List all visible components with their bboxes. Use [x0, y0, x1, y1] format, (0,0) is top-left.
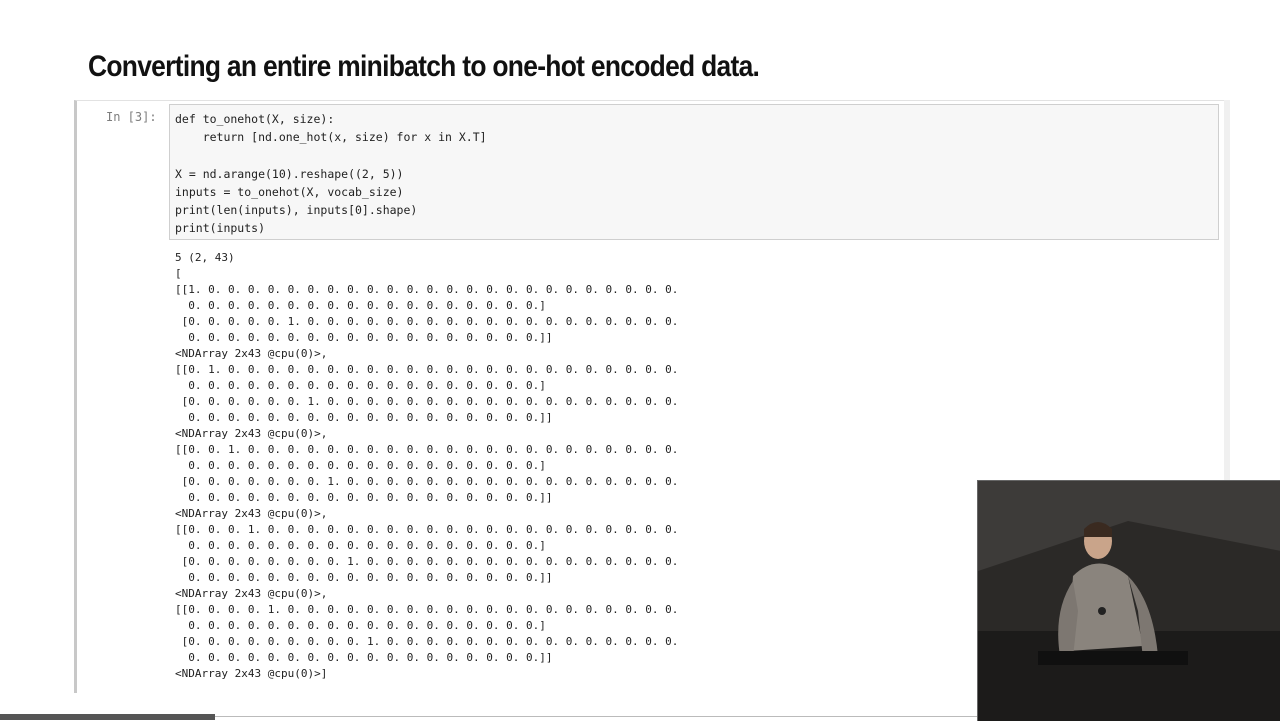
output-line: <NDArray 2x43 @cpu(0)>, — [175, 427, 328, 440]
output-line: [[0. 0. 0. 1. 0. 0. 0. 0. 0. 0. 0. 0. 0.… — [175, 523, 679, 536]
output-line: [ — [175, 267, 182, 280]
output-line: 0. 0. 0. 0. 0. 0. 0. 0. 0. 0. 0. 0. 0. 0… — [175, 379, 546, 392]
code-line: inputs = to_onehot(X, vocab_size) — [175, 184, 404, 199]
output-line: [0. 0. 0. 0. 0. 0. 0. 0. 0. 1. 0. 0. 0. … — [175, 635, 679, 648]
cell-output: 5 (2, 43) [ [[1. 0. 0. 0. 0. 0. 0. 0. 0. 0… — [175, 250, 678, 682]
output-line: 0. 0. 0. 0. 0. 0. 0. 0. 0. 0. 0. 0. 0. 0… — [175, 539, 546, 552]
code-line: return [nd.one_hot(x, size) for x in X.T… — [175, 130, 487, 145]
output-line: 0. 0. 0. 0. 0. 0. 0. 0. 0. 0. 0. 0. 0. 0… — [175, 459, 546, 472]
output-line: 0. 0. 0. 0. 0. 0. 0. 0. 0. 0. 0. 0. 0. 0… — [175, 491, 553, 504]
output-line: [[0. 0. 1. 0. 0. 0. 0. 0. 0. 0. 0. 0. 0.… — [175, 443, 679, 456]
cell-input-prompt: In [3]: — [106, 110, 157, 124]
code-lines[interactable]: def to_onehot(X, size): return [nd.one_h… — [175, 110, 487, 237]
output-line: 0. 0. 0. 0. 0. 0. 0. 0. 0. 0. 0. 0. 0. 0… — [175, 651, 553, 664]
output-line: 0. 0. 0. 0. 0. 0. 0. 0. 0. 0. 0. 0. 0. 0… — [175, 411, 553, 424]
slide-title: Converting an entire minibatch to one-ho… — [88, 50, 760, 83]
output-line: <NDArray 2x43 @cpu(0)>, — [175, 347, 328, 360]
output-line: <NDArray 2x43 @cpu(0)>] — [175, 667, 328, 680]
output-line: 0. 0. 0. 0. 0. 0. 0. 0. 0. 0. 0. 0. 0. 0… — [175, 571, 553, 584]
code-line: print(len(inputs), inputs[0].shape) — [175, 202, 418, 217]
output-line: <NDArray 2x43 @cpu(0)>, — [175, 587, 328, 600]
output-line: [0. 0. 0. 0. 0. 1. 0. 0. 0. 0. 0. 0. 0. … — [175, 315, 679, 328]
output-line: [[0. 0. 0. 0. 1. 0. 0. 0. 0. 0. 0. 0. 0.… — [175, 603, 679, 616]
output-line: 0. 0. 0. 0. 0. 0. 0. 0. 0. 0. 0. 0. 0. 0… — [175, 619, 546, 632]
output-line: [0. 0. 0. 0. 0. 0. 1. 0. 0. 0. 0. 0. 0. … — [175, 395, 679, 408]
output-line: 5 (2, 43) — [175, 251, 235, 264]
output-line: 0. 0. 0. 0. 0. 0. 0. 0. 0. 0. 0. 0. 0. 0… — [175, 331, 553, 344]
output-line: [[0. 1. 0. 0. 0. 0. 0. 0. 0. 0. 0. 0. 0.… — [175, 363, 679, 376]
presenter-webcam — [977, 480, 1280, 721]
output-line: 0. 0. 0. 0. 0. 0. 0. 0. 0. 0. 0. 0. 0. 0… — [175, 299, 546, 312]
presenter-image — [978, 481, 1280, 721]
output-line: <NDArray 2x43 @cpu(0)>, — [175, 507, 328, 520]
code-line: def to_onehot(X, size): — [175, 112, 335, 126]
output-line: [0. 0. 0. 0. 0. 0. 0. 0. 1. 0. 0. 0. 0. … — [175, 555, 679, 568]
code-line: X = nd.arange(10).reshape((2, 5)) — [175, 166, 404, 181]
output-line: [0. 0. 0. 0. 0. 0. 0. 1. 0. 0. 0. 0. 0. … — [175, 475, 679, 488]
output-line: [[1. 0. 0. 0. 0. 0. 0. 0. 0. 0. 0. 0. 0.… — [175, 283, 679, 296]
progress-bar — [0, 714, 215, 720]
code-line: print(inputs) — [175, 221, 266, 236]
